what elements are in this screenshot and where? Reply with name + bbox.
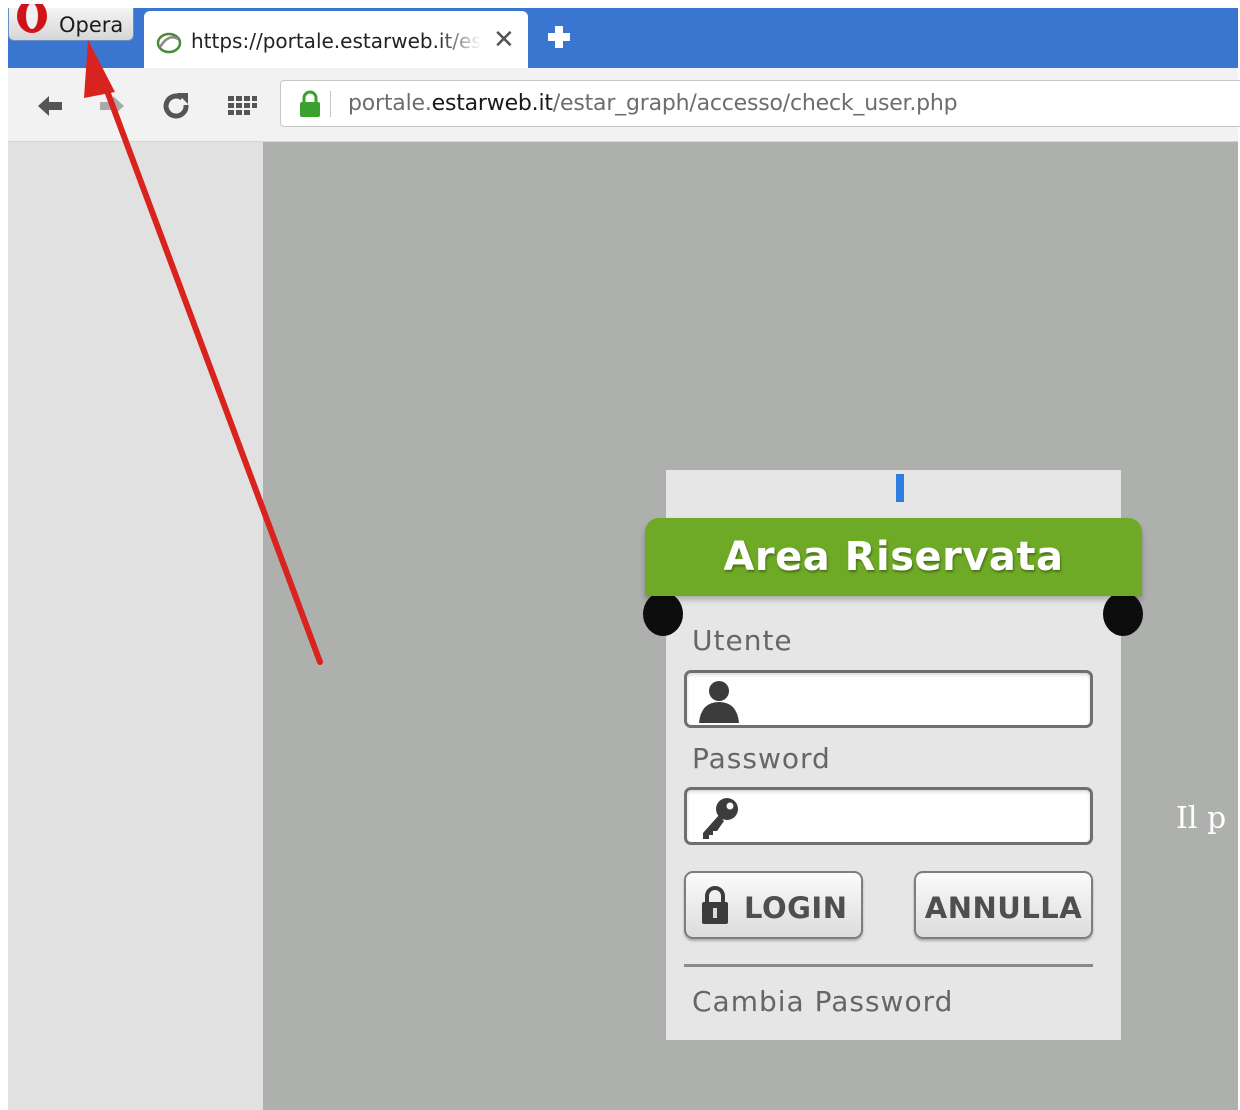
url-prefix: portale. (348, 91, 432, 116)
forward-arrow-icon[interactable] (96, 90, 128, 122)
url-path: /estar_graph/accesso/check_user.php (552, 91, 958, 116)
change-password-link[interactable]: Cambia Password (692, 985, 953, 1018)
tab-strip: Opera https://portale.estarweb.it/estar_… (8, 4, 1238, 68)
lock-icon (300, 90, 320, 117)
url-domain: estarweb.it (431, 91, 553, 116)
tab-title: https://portale.estarweb.it/estar_graph/… (191, 29, 481, 53)
password-field[interactable] (684, 787, 1093, 845)
opera-menu-button[interactable]: Opera (8, 4, 134, 41)
padlock-icon (702, 886, 728, 924)
user-icon (699, 681, 739, 723)
username-field[interactable] (684, 670, 1093, 728)
opera-logo-icon (17, 4, 47, 33)
key-icon (703, 798, 738, 839)
ribbon-curl-left (643, 592, 683, 636)
username-label: Utente (692, 624, 793, 657)
username-input[interactable] (747, 681, 1077, 717)
new-tab-plus-icon[interactable] (545, 23, 573, 51)
speed-dial-icon[interactable] (226, 90, 258, 122)
password-input[interactable] (747, 798, 1077, 834)
tab-close-icon[interactable]: ✕ (493, 27, 515, 53)
login-title-ribbon: Area Riservata (645, 518, 1142, 596)
address-url[interactable]: portale.estarweb.it/estar_graph/accesso/… (348, 91, 958, 116)
cancel-button[interactable]: ANNULLA (914, 871, 1093, 939)
panel-top-marker (896, 474, 904, 502)
login-button[interactable]: LOGIN (684, 871, 863, 939)
address-separator (330, 91, 331, 117)
reload-icon[interactable] (160, 90, 192, 122)
cancel-button-label: ANNULLA (924, 891, 1083, 925)
site-favicon-icon (156, 32, 182, 54)
login-title: Area Riservata (723, 534, 1064, 580)
opera-menu-label: Opera (59, 13, 124, 37)
panel-divider (684, 964, 1093, 967)
page-side-text: Il p (1176, 801, 1227, 836)
address-bar[interactable]: portale.estarweb.it/estar_graph/accesso/… (280, 80, 1240, 127)
browser-tab-active[interactable]: https://portale.estarweb.it/estar_graph/… (144, 11, 528, 68)
page-left-column (8, 142, 263, 1110)
back-arrow-icon[interactable] (34, 90, 66, 122)
ribbon-curl-right (1103, 592, 1143, 636)
login-button-label: LOGIN (744, 891, 848, 925)
password-label: Password (692, 742, 831, 775)
browser-toolbar: portale.estarweb.it/estar_graph/accesso/… (8, 68, 1240, 142)
